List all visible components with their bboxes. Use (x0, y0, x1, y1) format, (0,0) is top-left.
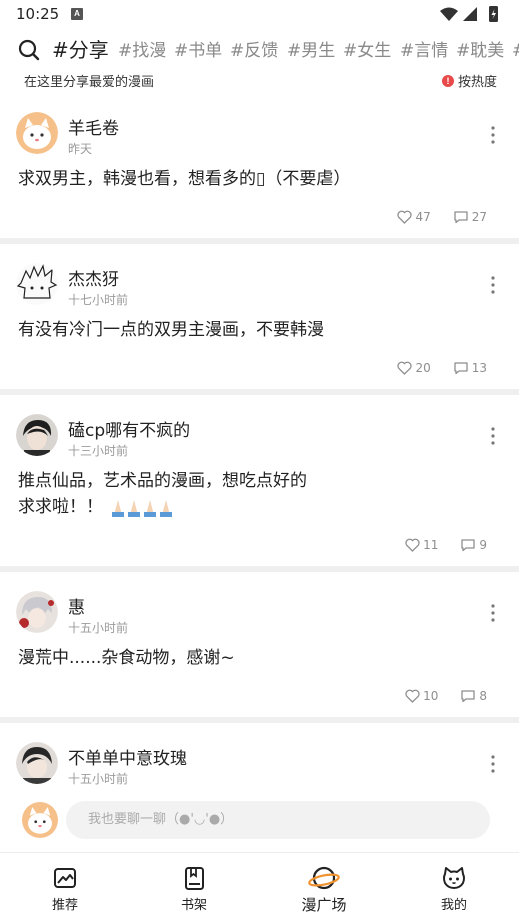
comment-icon (454, 362, 468, 375)
comment-icon (461, 539, 476, 552)
post-stats: 11 9 (383, 538, 487, 552)
tab-manga-square-label: 漫广场 (301, 896, 347, 914)
post-card[interactable]: 羊毛卷 昨天 求双男主，韩漫也看，想看多的▯（不要虐） 47 27 (0, 100, 519, 238)
comment-button[interactable]: 9 (460, 538, 487, 552)
more-options-icon[interactable] (491, 427, 495, 445)
comment-icon (454, 211, 468, 224)
tab-booklist[interactable]: #书单 (174, 38, 222, 64)
post-time: 昨天 (68, 142, 93, 156)
comment-count: 8 (479, 689, 487, 703)
like-count: 10 (423, 689, 439, 703)
tab-male[interactable]: #男生 (287, 38, 335, 64)
post-content[interactable]: 漫荒中......杂食动物，感谢~ (18, 645, 499, 671)
comment-icon (461, 690, 476, 703)
tab-feedback[interactable]: #反馈 (230, 38, 278, 64)
like-button[interactable]: 47 (397, 210, 431, 224)
comment-button[interactable]: 13 (453, 361, 487, 375)
avatar[interactable] (16, 263, 58, 305)
author-name[interactable]: 惠 (68, 593, 85, 618)
avatar[interactable] (16, 742, 58, 784)
comment-button[interactable]: 8 (460, 689, 487, 703)
tab-share[interactable]: #分享 (52, 36, 109, 64)
tab-mine[interactable]: 我的 (414, 853, 494, 922)
post-stats: 47 27 (375, 210, 487, 224)
heart-icon (405, 689, 420, 703)
topic-description: 在这里分享最爱的漫画 (24, 75, 155, 90)
post-time: 十七小时前 (68, 293, 129, 307)
post-content[interactable]: 有没有冷门一点的双男主漫画，不要韩漫 (18, 317, 499, 343)
tab-bl[interactable]: #耽美 (456, 38, 504, 64)
post-card[interactable]: 磕cp哪有不疯的 十三小时前 推点仙品，艺术品的漫画，想吃点好的 求求啦！！ 1… (0, 395, 519, 566)
tab-recommend[interactable]: 推荐 (25, 853, 105, 922)
author-name[interactable]: 羊毛卷 (68, 114, 119, 139)
planet-icon (308, 866, 340, 890)
avatar[interactable] (16, 414, 58, 456)
author-name[interactable]: 不单单中意玫瑰 (68, 744, 187, 769)
comment-input[interactable]: 我也要聊一聊（●'◡'●） (66, 801, 490, 839)
comment-bar: 我也要聊一聊（●'◡'●） (0, 796, 519, 846)
tab-more[interactable]: # (512, 38, 519, 64)
comment-button[interactable]: 27 (453, 210, 487, 224)
post-time: 十五小时前 (68, 621, 129, 635)
avatar[interactable] (16, 112, 58, 154)
post-content-text: 求求啦！！ (18, 497, 103, 517)
post-content-line: 求求啦！！ (18, 494, 499, 520)
like-count: 20 (415, 361, 431, 375)
like-button[interactable]: 11 (405, 538, 438, 552)
tab-mine-label: 我的 (440, 898, 467, 913)
like-count: 47 (415, 210, 431, 224)
heart-icon (405, 538, 420, 552)
like-button[interactable]: 10 (405, 689, 438, 703)
tab-recommend-label: 推荐 (51, 898, 78, 913)
tab-female[interactable]: #女生 (343, 38, 391, 64)
sort-label: 按热度 (457, 75, 497, 90)
tab-romance[interactable]: #言情 (400, 38, 448, 64)
post-card[interactable]: 杰杰犽 十七小时前 有没有冷门一点的双男主漫画，不要韩漫 20 13 (0, 244, 519, 389)
recommend-icon (54, 868, 76, 888)
status-bar: 10:25 A (0, 0, 519, 30)
author-name[interactable]: 杰杰犽 (68, 265, 119, 290)
praying-hands-emoji-icon (112, 500, 172, 517)
tab-find-manga[interactable]: #找漫 (118, 38, 166, 64)
post-card[interactable]: 惠 十五小时前 漫荒中......杂食动物，感谢~ 10 8 (0, 572, 519, 717)
sort-button[interactable]: ! 按热度 (441, 71, 497, 90)
cat-face-icon (443, 867, 465, 889)
heart-icon (397, 210, 413, 224)
comment-count: 9 (479, 538, 487, 552)
more-options-icon[interactable] (491, 604, 495, 622)
bookshelf-icon (185, 867, 204, 890)
more-options-icon[interactable] (491, 755, 495, 773)
post-card[interactable]: 不单单中意玫瑰 十五小时前 (0, 723, 519, 796)
post-content[interactable]: 求双男主，韩漫也看，想看多的▯（不要虐） (18, 166, 499, 192)
author-name[interactable]: 磕cp哪有不疯的 (68, 416, 190, 441)
subheader: 在这里分享最爱的漫画 ! 按热度 (0, 68, 519, 90)
post-time: 十三小时前 (68, 444, 129, 458)
bottom-tab-bar: 推荐 书架 漫广场 我的 (0, 852, 519, 922)
heart-icon (397, 361, 413, 375)
comment-count: 13 (471, 361, 487, 375)
status-time: 10:25 (16, 5, 60, 23)
post-stats: 10 8 (383, 689, 487, 703)
post-content[interactable]: 推点仙品，艺术品的漫画，想吃点好的 求求啦！！ (18, 468, 499, 520)
system-status-icons (440, 6, 498, 22)
like-button[interactable]: 20 (397, 361, 431, 375)
sort-badge-icon: ! (441, 74, 454, 87)
topic-tabs: #分享 #找漫 #书单 #反馈 #男生 #女生 #言情 #耽美 # (0, 36, 519, 66)
notification-badge: A (71, 8, 83, 20)
my-avatar[interactable] (22, 802, 58, 838)
more-options-icon[interactable] (491, 126, 495, 144)
post-content-line: 推点仙品，艺术品的漫画，想吃点好的 (18, 471, 307, 491)
more-options-icon[interactable] (491, 276, 495, 294)
search-icon[interactable] (18, 39, 40, 61)
like-count: 11 (423, 538, 439, 552)
comment-count: 27 (471, 210, 487, 224)
post-time: 十五小时前 (68, 772, 129, 786)
tab-bookshelf[interactable]: 书架 (154, 853, 234, 922)
tab-bookshelf-label: 书架 (180, 898, 207, 913)
post-stats: 20 13 (375, 361, 487, 375)
tab-manga-square[interactable]: 漫广场 (284, 853, 364, 922)
avatar[interactable] (16, 591, 58, 633)
